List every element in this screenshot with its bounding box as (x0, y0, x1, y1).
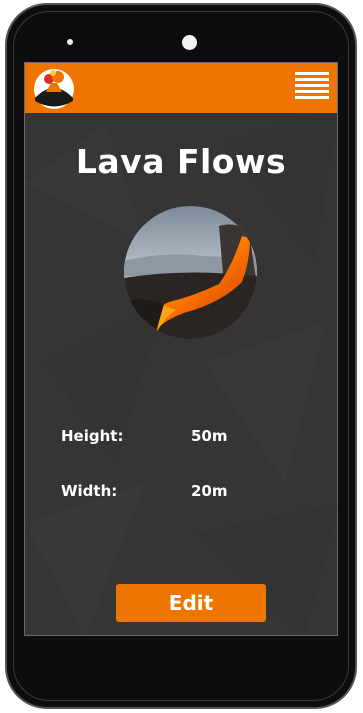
height-value: 50m (191, 427, 228, 445)
lava-flow-photo (124, 206, 257, 339)
app-header (25, 63, 337, 113)
volcano-logo-icon[interactable] (33, 68, 75, 110)
front-camera (182, 35, 197, 50)
width-value: 20m (191, 482, 228, 500)
height-label: Height: (61, 427, 124, 445)
page-title: Lava Flows (75, 142, 287, 181)
speaker-dot (67, 39, 73, 45)
hamburger-menu-icon[interactable] (295, 72, 329, 102)
edit-button[interactable]: Edit (116, 584, 266, 622)
width-label: Width: (61, 482, 118, 500)
app-screen: Lava Flows Height: 50m Width: 20m Edit (24, 62, 338, 636)
